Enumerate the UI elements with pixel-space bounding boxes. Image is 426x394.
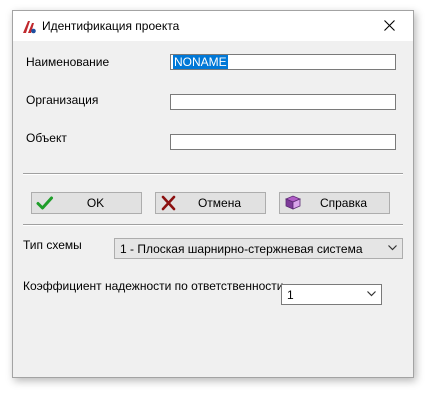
- window-title: Идентификация проекта: [42, 19, 180, 33]
- name-label: Наименование: [26, 55, 110, 69]
- name-input[interactable]: NONAME: [170, 54, 396, 70]
- object-label: Объект: [26, 131, 67, 145]
- project-identification-dialog: Идентификация проекта Наименование NONAM…: [12, 10, 414, 378]
- reliability-factor-value: 1: [287, 288, 294, 302]
- scheme-type-select[interactable]: 1 - Плоская шарнирно-стержневая система: [114, 238, 403, 259]
- ok-button-label: OK: [86, 196, 105, 210]
- organization-input[interactable]: [170, 94, 396, 110]
- cancel-button-label: Отмена: [197, 196, 242, 210]
- name-input-value: NONAME: [173, 55, 228, 69]
- close-button[interactable]: [367, 11, 413, 41]
- help-button-label: Справка: [319, 196, 368, 210]
- ok-button[interactable]: OK: [31, 192, 142, 214]
- cancel-button[interactable]: Отмена: [155, 192, 266, 214]
- help-button[interactable]: Справка: [279, 192, 390, 214]
- chevron-down-icon: [388, 245, 397, 251]
- green-checkmark-icon: [36, 195, 54, 211]
- reliability-factor-label: Коэффициент надежности по ответственност…: [23, 279, 284, 293]
- reliability-factor-select[interactable]: 1: [281, 284, 382, 305]
- separator-top: [23, 173, 403, 175]
- app-logo-icon: [21, 19, 37, 35]
- scheme-type-value: 1 - Плоская шарнирно-стержневая система: [120, 242, 363, 256]
- object-input[interactable]: [170, 134, 396, 150]
- red-cross-icon: [160, 195, 178, 211]
- help-book-icon: [284, 195, 302, 211]
- title-bar: Идентификация проекта: [13, 11, 413, 41]
- separator-bottom: [23, 224, 403, 226]
- chevron-down-icon: [367, 291, 376, 297]
- close-icon: [384, 20, 395, 31]
- scheme-type-label: Тип схемы: [23, 238, 82, 252]
- organization-label: Организация: [26, 93, 99, 107]
